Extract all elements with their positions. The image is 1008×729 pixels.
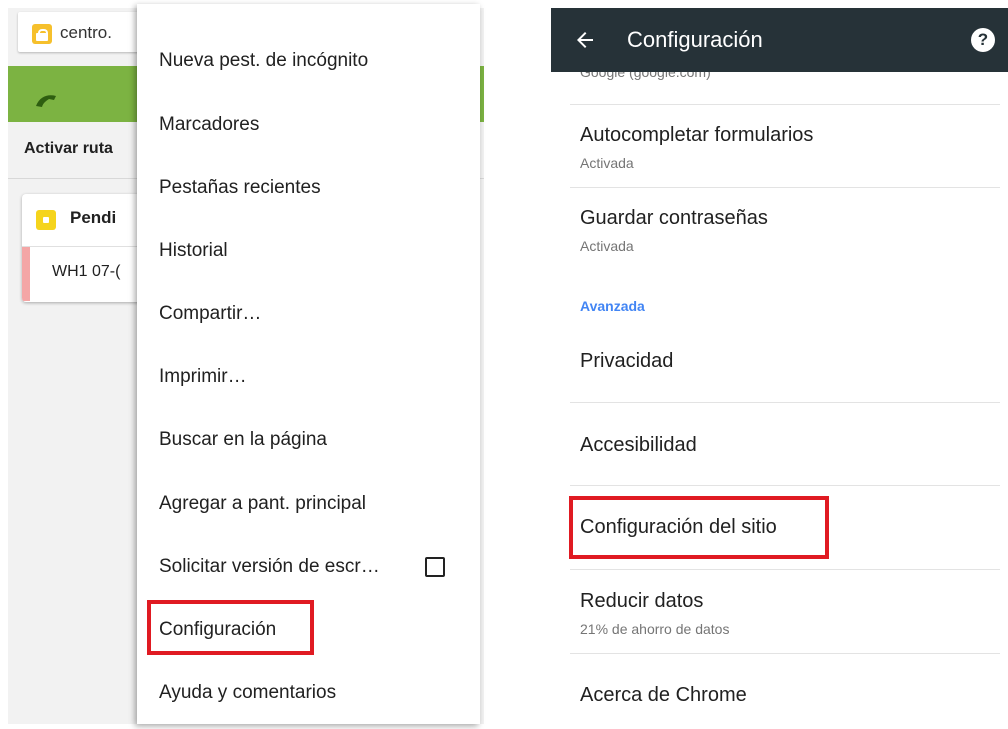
setting-save-passwords-title[interactable]: Guardar contraseñas xyxy=(580,207,768,230)
page-title: Configuración xyxy=(627,27,763,52)
setting-autofill-status: Activada xyxy=(580,155,634,171)
setting-about-chrome[interactable]: Acerca de Chrome xyxy=(580,684,747,707)
pending-status-icon xyxy=(36,210,56,230)
highlight-box-settings xyxy=(147,600,314,655)
setting-data-saver-status: 21% de ahorro de datos xyxy=(580,621,730,637)
card-title: Pendi xyxy=(70,208,117,227)
setting-privacy[interactable]: Privacidad xyxy=(580,350,673,373)
settings-app-bar: Configuración ? xyxy=(551,8,1008,72)
route-label: Activar ruta xyxy=(24,140,113,157)
help-icon[interactable]: ? xyxy=(971,28,995,52)
section-header-advanced: Avanzada xyxy=(580,298,645,314)
back-arrow-icon[interactable] xyxy=(573,28,597,52)
left-screenshot: centro. Activar ruta Pendi WH1 07-( Nuev… xyxy=(0,0,490,729)
divider xyxy=(570,402,1000,403)
menu-item-incognito[interactable]: Nueva pest. de incógnito xyxy=(159,50,368,72)
lock-icon xyxy=(32,24,52,44)
status-stripe xyxy=(22,247,30,301)
menu-item-print[interactable]: Imprimir… xyxy=(159,366,247,388)
setting-data-saver-title[interactable]: Reducir datos xyxy=(580,590,703,613)
menu-item-bookmarks[interactable]: Marcadores xyxy=(159,114,259,136)
phone-icon xyxy=(36,95,56,107)
previous-item-subtitle: Google (google.com) xyxy=(580,72,711,80)
menu-item-history[interactable]: Historial xyxy=(159,240,228,262)
menu-item-recent-tabs[interactable]: Pestañas recientes xyxy=(159,177,321,199)
divider xyxy=(570,104,1000,105)
menu-item-help-feedback[interactable]: Ayuda y comentarios xyxy=(159,682,336,704)
divider xyxy=(570,187,1000,188)
desktop-site-checkbox[interactable] xyxy=(425,557,445,577)
menu-item-add-to-home[interactable]: Agregar a pant. principal xyxy=(159,493,366,515)
menu-item-share[interactable]: Compartir… xyxy=(159,303,261,325)
menu-item-request-desktop[interactable]: Solicitar versión de escr… xyxy=(159,556,380,578)
divider xyxy=(570,569,1000,570)
right-screenshot: Configuración ? Google (google.com) Auto… xyxy=(551,8,1008,729)
setting-autofill-title[interactable]: Autocompletar formularios xyxy=(580,124,813,147)
setting-save-passwords-status: Activada xyxy=(580,238,634,254)
highlight-box-site-settings xyxy=(569,496,829,559)
divider xyxy=(570,485,1000,486)
card-row-text: WH1 07-( xyxy=(52,263,121,280)
url-text: centro. xyxy=(60,23,112,42)
setting-accessibility[interactable]: Accesibilidad xyxy=(580,434,697,457)
menu-item-find-in-page[interactable]: Buscar en la página xyxy=(159,429,327,451)
divider xyxy=(570,653,1000,654)
